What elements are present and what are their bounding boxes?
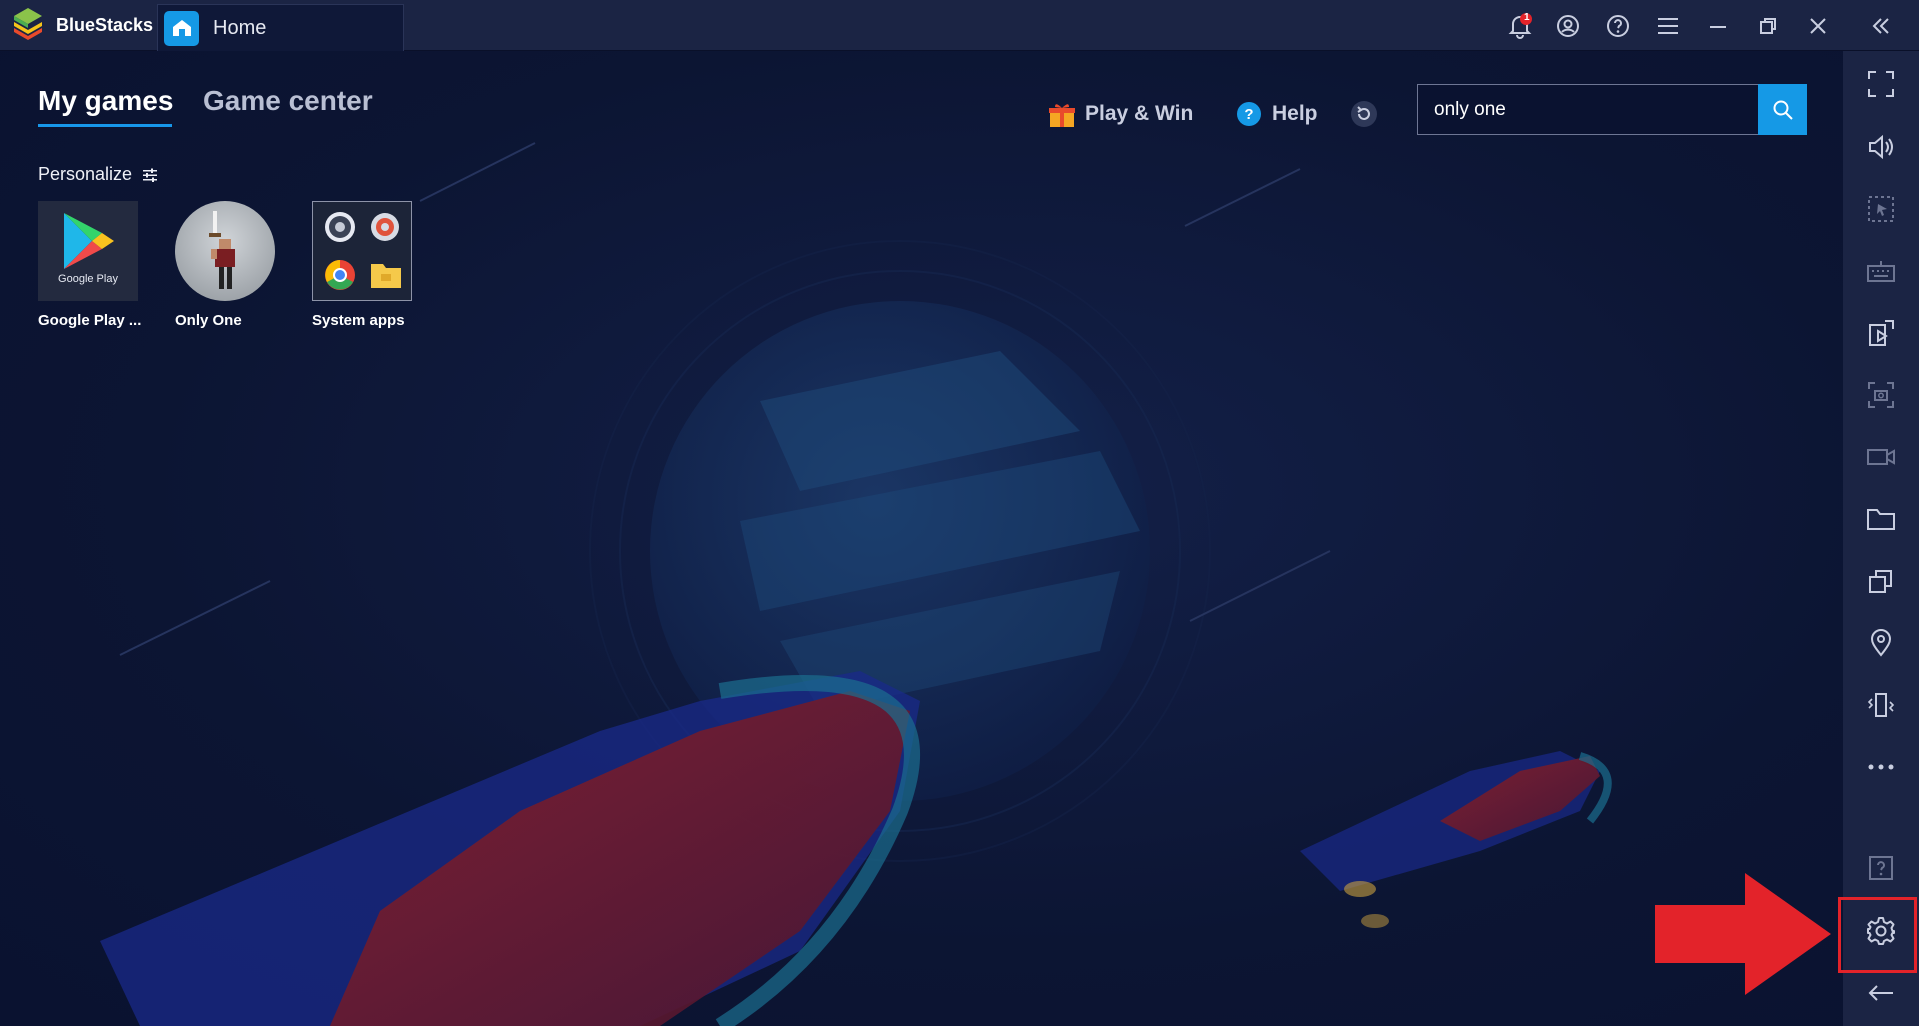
help-square-icon — [1869, 856, 1893, 880]
menu-button[interactable] — [1653, 11, 1683, 41]
help-button-titlebar[interactable] — [1603, 11, 1633, 41]
keyboard-button[interactable] — [1861, 251, 1901, 291]
search-icon — [1773, 100, 1793, 120]
account-icon — [1557, 15, 1579, 37]
minimize-button[interactable] — [1703, 11, 1733, 41]
select-area-icon — [1868, 196, 1894, 222]
app-label: Only One — [175, 312, 242, 329]
video-record-icon — [1867, 449, 1895, 465]
fullscreen-icon — [1868, 71, 1894, 97]
select-area-button[interactable] — [1861, 189, 1901, 229]
double-chevron-left-icon — [1872, 18, 1889, 34]
home-tab[interactable]: Home — [157, 4, 404, 51]
more-dots-icon — [1868, 764, 1894, 770]
more-button[interactable] — [1861, 747, 1901, 787]
refresh-button[interactable] — [1350, 94, 1378, 134]
fullscreen-button[interactable] — [1861, 64, 1901, 104]
minimize-icon — [1710, 26, 1726, 28]
folder-icon — [1867, 509, 1895, 530]
restore-window-icon — [1760, 18, 1776, 34]
help-circle-icon: ? — [1237, 102, 1261, 126]
search-button[interactable] — [1758, 84, 1807, 135]
shake-phone-icon — [1867, 693, 1895, 717]
multi-instance-icon — [1869, 570, 1892, 593]
shake-button[interactable] — [1861, 685, 1901, 725]
home-tab-label: Home — [213, 16, 267, 39]
notification-button[interactable]: 1 — [1505, 11, 1535, 41]
space-background-illustration — [100, 142, 1612, 1026]
app-name: BlueStacks — [56, 14, 154, 35]
svg-text:?: ? — [1244, 106, 1253, 123]
volume-button[interactable] — [1861, 127, 1901, 167]
question-circle-icon — [1607, 15, 1629, 37]
screenshot-icon — [1868, 382, 1894, 408]
close-button[interactable] — [1803, 11, 1833, 41]
play-win-label: Play & Win — [1085, 102, 1194, 125]
app-label: Google Play ... — [38, 312, 142, 329]
tab-my-games[interactable]: My games — [38, 85, 173, 117]
collapse-sidebar-button[interactable] — [1866, 11, 1896, 41]
pixel-warrior-icon — [209, 211, 235, 289]
back-button[interactable] — [1861, 973, 1901, 1013]
keyboard-icon — [1867, 261, 1895, 282]
app-system-apps[interactable]: System apps — [312, 201, 442, 329]
install-apk-button[interactable] — [1861, 313, 1901, 353]
app-label: System apps — [312, 312, 405, 329]
volume-icon — [1869, 134, 1893, 160]
gift-icon — [1049, 104, 1075, 127]
red-arrow-annotation — [1655, 873, 1831, 995]
record-button[interactable] — [1861, 437, 1901, 477]
search-input[interactable] — [1417, 84, 1758, 135]
home-icon — [164, 10, 199, 46]
location-pin-icon — [1870, 629, 1892, 657]
screenshot-button[interactable] — [1861, 375, 1901, 415]
sidebar-help-button[interactable] — [1861, 848, 1901, 888]
personalize-button[interactable]: Personalize — [38, 164, 158, 185]
tab-game-center[interactable]: Game center — [203, 85, 373, 117]
close-icon — [1810, 18, 1826, 34]
notification-badge: 1 — [1524, 12, 1530, 23]
sliders-icon — [143, 168, 158, 182]
app-google-play[interactable]: Google Play Google Play ... — [38, 201, 168, 329]
google-play-icon — [64, 213, 114, 269]
play-win-button[interactable]: Play & Win — [1047, 94, 1193, 134]
right-sidebar — [1843, 51, 1919, 1026]
back-arrow-icon — [1868, 985, 1893, 1001]
active-tab-indicator — [38, 124, 172, 127]
multi-instance-button[interactable] — [1861, 561, 1901, 601]
main-area: My games Game center Play & Win ? Help o… — [0, 51, 1843, 1026]
media-folder-button[interactable] — [1861, 499, 1901, 539]
brand: BlueStacks — [10, 8, 153, 42]
title-bar: BlueStacks Home 1 — [0, 0, 1919, 51]
personalize-label: Personalize — [38, 164, 133, 184]
install-apk-icon — [1869, 320, 1894, 346]
account-button[interactable] — [1553, 11, 1583, 41]
refresh-icon — [1351, 101, 1377, 127]
system-apps-icon-grid — [325, 212, 401, 290]
location-button[interactable] — [1861, 623, 1901, 663]
hamburger-menu-icon — [1658, 18, 1678, 34]
only-one-icon — [175, 201, 275, 301]
app-only-one[interactable]: Only One — [175, 201, 305, 329]
help-button[interactable]: ? Help — [1236, 94, 1318, 134]
help-label: Help — [1272, 102, 1318, 125]
google-play-caption: Google Play — [58, 273, 118, 285]
system-apps-folder — [312, 201, 412, 301]
restore-button[interactable] — [1753, 11, 1783, 41]
google-play-tile: Google Play — [38, 201, 138, 301]
settings-highlight-box — [1838, 897, 1917, 973]
bluestacks-logo-icon — [14, 8, 42, 40]
